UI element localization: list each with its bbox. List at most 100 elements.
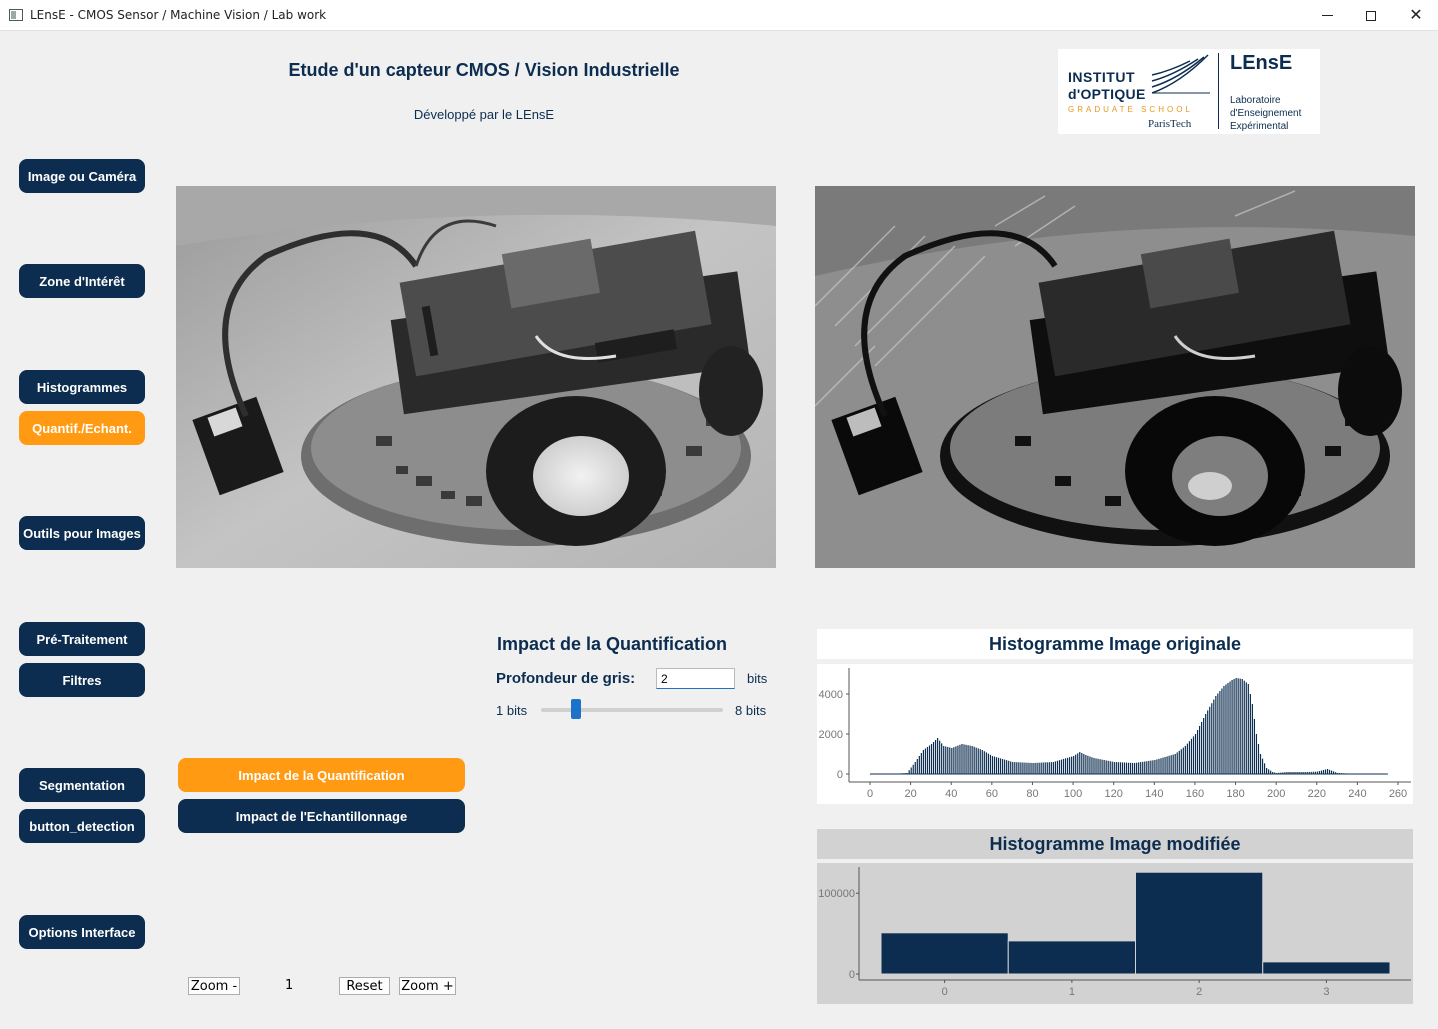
quantification-impact-button[interactable]: Impact de la Quantification xyxy=(178,758,465,792)
histogram-bar xyxy=(1066,757,1069,774)
histogram-bar xyxy=(1231,680,1233,774)
logo-graduate: GRADUATE SCHOOL xyxy=(1068,105,1193,114)
histogram-bar xyxy=(1253,719,1256,774)
histogram-bar xyxy=(1203,718,1205,774)
histogram-bar xyxy=(999,758,1002,774)
close-button[interactable]: ✕ xyxy=(1393,0,1438,31)
logo-lab-text: Laboratoire d'Enseignement Expérimental xyxy=(1230,94,1301,133)
histogram-bar xyxy=(1026,762,1028,774)
histogram-bar xyxy=(991,756,994,774)
sidebar-item-filters[interactable]: Filtres xyxy=(19,663,145,697)
histogram-bar xyxy=(1196,730,1199,774)
histogram-bar xyxy=(1178,750,1180,774)
histogram-bar xyxy=(1012,762,1014,774)
histogram-bar xyxy=(1201,722,1203,774)
sidebar-item-detection[interactable]: button_detection xyxy=(19,809,145,843)
histogram-bar xyxy=(1243,680,1245,774)
minimize-button[interactable] xyxy=(1304,0,1350,31)
sampling-impact-button[interactable]: Impact de l'Echantillonnage xyxy=(178,799,465,833)
histogram-bar xyxy=(1125,762,1128,774)
histogram-bar xyxy=(1241,679,1243,774)
sidebar-item-histograms[interactable]: Histogrammes xyxy=(19,370,145,404)
sidebar-item-options[interactable]: Options Interface xyxy=(19,915,145,949)
histogram-bar xyxy=(1091,757,1093,774)
histogram-bar xyxy=(1166,756,1168,774)
logo-lab-line1: Laboratoire xyxy=(1230,95,1281,106)
histogram-bar xyxy=(1040,762,1042,774)
logo-arcs-icon xyxy=(1151,54,1210,94)
histogram-bar xyxy=(1182,747,1184,774)
histogram-bar xyxy=(1347,773,1349,774)
histogram-modified-svg: 0 1 2 3 0 100000 xyxy=(818,867,1411,998)
histogram-bar xyxy=(1048,762,1050,774)
gray-depth-input[interactable] xyxy=(656,668,735,689)
zoom-out-button[interactable]: Zoom - xyxy=(188,977,240,995)
y-tick-label: 4000 xyxy=(819,689,843,701)
maximize-button[interactable] xyxy=(1348,0,1394,31)
histogram-bar xyxy=(1093,758,1095,774)
histogram-bar xyxy=(1341,773,1343,774)
histogram-bar xyxy=(1251,704,1253,774)
gray-depth-slider[interactable] xyxy=(541,708,723,712)
histogram-bar xyxy=(1176,752,1178,774)
histogram-bar xyxy=(1328,769,1331,774)
histogram-bar xyxy=(1257,744,1260,774)
histogram-bar xyxy=(957,745,959,774)
histogram-bar xyxy=(1310,771,1312,774)
histogram-bar xyxy=(1111,761,1113,774)
sidebar-item-segmentation[interactable]: Segmentation xyxy=(19,768,145,802)
sidebar-item-image-camera[interactable]: Image ou Caméra xyxy=(19,159,145,193)
histogram-bar xyxy=(1079,752,1081,774)
histogram-bar xyxy=(937,738,939,774)
histogram-bar xyxy=(1261,758,1264,774)
sidebar-item-image-tools[interactable]: Outils pour Images xyxy=(19,516,145,550)
x-tick-label: 240 xyxy=(1348,788,1366,800)
histogram-bar xyxy=(1152,760,1154,774)
histogram-bar xyxy=(1097,758,1099,774)
histogram-bar xyxy=(1007,940,1136,975)
sidebar-item-roi[interactable]: Zone d'Intérêt xyxy=(19,264,145,298)
sidebar-item-quantif[interactable]: Quantif./Echant. xyxy=(19,411,145,445)
gray-depth-label: Profondeur de gris: xyxy=(496,670,636,687)
histogram-bar xyxy=(1276,773,1278,774)
histogram-bar xyxy=(983,751,985,774)
histogram-bar xyxy=(1198,726,1201,774)
gray-depth-slider-handle[interactable] xyxy=(571,699,582,719)
histogram-bar xyxy=(1272,772,1274,774)
histogram-bar xyxy=(1274,772,1276,774)
histogram-bar xyxy=(1034,762,1036,774)
x-tick-label: 140 xyxy=(1145,788,1163,800)
histogram-bar xyxy=(1028,762,1030,774)
histogram-bar xyxy=(1259,754,1262,774)
histogram-bar xyxy=(979,749,981,774)
logo-institut: INSTITUT xyxy=(1068,69,1135,85)
histogram-bar xyxy=(1022,762,1024,774)
histogram-bar xyxy=(1237,678,1239,774)
x-tick-label: 180 xyxy=(1226,788,1244,800)
zoom-reset-button[interactable]: Reset xyxy=(339,977,390,995)
histogram-bar xyxy=(1099,759,1101,774)
histogram-bar xyxy=(1219,691,1221,774)
histogram-bar xyxy=(1278,772,1280,774)
histogram-bar xyxy=(934,740,937,774)
histogram-bar xyxy=(1215,696,1217,774)
histogram-bar xyxy=(1146,761,1148,774)
histogram-bar xyxy=(1150,760,1152,774)
histogram-bar xyxy=(1156,759,1158,774)
x-tick-label: 3 xyxy=(1323,986,1329,998)
histogram-bar xyxy=(965,744,967,774)
histogram-bar xyxy=(1160,758,1162,774)
histogram-bar xyxy=(910,767,912,774)
histogram-bar xyxy=(1217,693,1219,774)
histogram-bar xyxy=(1190,738,1193,774)
histogram-bar xyxy=(1062,759,1065,774)
sidebar-item-preprocessing[interactable]: Pré-Traitement xyxy=(19,622,145,656)
page-title: Etude d'un capteur CMOS / Vision Industr… xyxy=(288,60,680,80)
gray-depth-unit: bits xyxy=(747,671,768,686)
zoom-in-button[interactable]: Zoom + xyxy=(399,977,456,995)
histogram-bar xyxy=(1069,757,1071,774)
histogram-bar xyxy=(928,745,931,774)
histogram-bar xyxy=(969,745,971,774)
histogram-bar xyxy=(995,757,998,774)
histogram-bar xyxy=(1060,759,1063,774)
